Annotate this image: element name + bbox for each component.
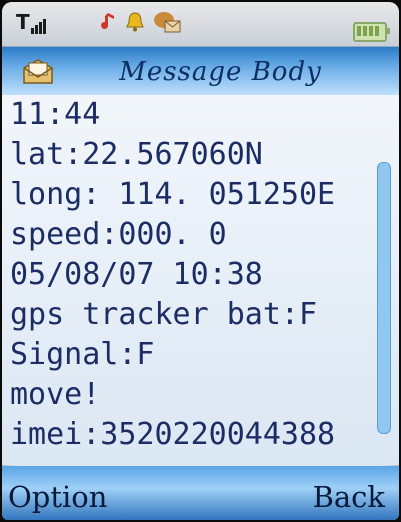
message-time-line: 11:44 [10,97,101,132]
message-longitude-line: long: 114. 051250E [10,177,336,212]
signal-label: T [16,10,30,34]
message-latitude-line: lat:22.567060N [10,137,263,172]
title-bar: Message Body [2,47,399,95]
bell-icon [126,12,144,32]
status-bar: T [2,2,399,47]
message-datetime-line: 05/08/07 10:38 [10,257,263,292]
page-title: Message Body [119,57,322,87]
message-speed-line: speed:000. 0 [10,217,227,252]
message-icon [154,12,181,33]
message-move-line: move! [10,377,101,412]
option-softkey[interactable]: Option [8,480,107,514]
message-imei-line: imei:3520220044388 [10,417,336,452]
battery-icon [353,22,390,42]
scrollbar[interactable] [377,162,391,434]
phone-screen: T Message Body 11:44 lat:22.567060N long… [2,2,399,520]
message-battery-line: gps tracker bat:F [10,297,318,332]
softkey-bar: Option Back [2,466,399,520]
back-softkey[interactable]: Back [313,480,385,514]
message-signal-line: Signal:F [10,337,155,372]
music-note-icon [101,13,114,29]
signal-icon: T [16,10,47,34]
message-body[interactable]: 11:44 lat:22.567060N long: 114. 051250E … [2,95,399,465]
